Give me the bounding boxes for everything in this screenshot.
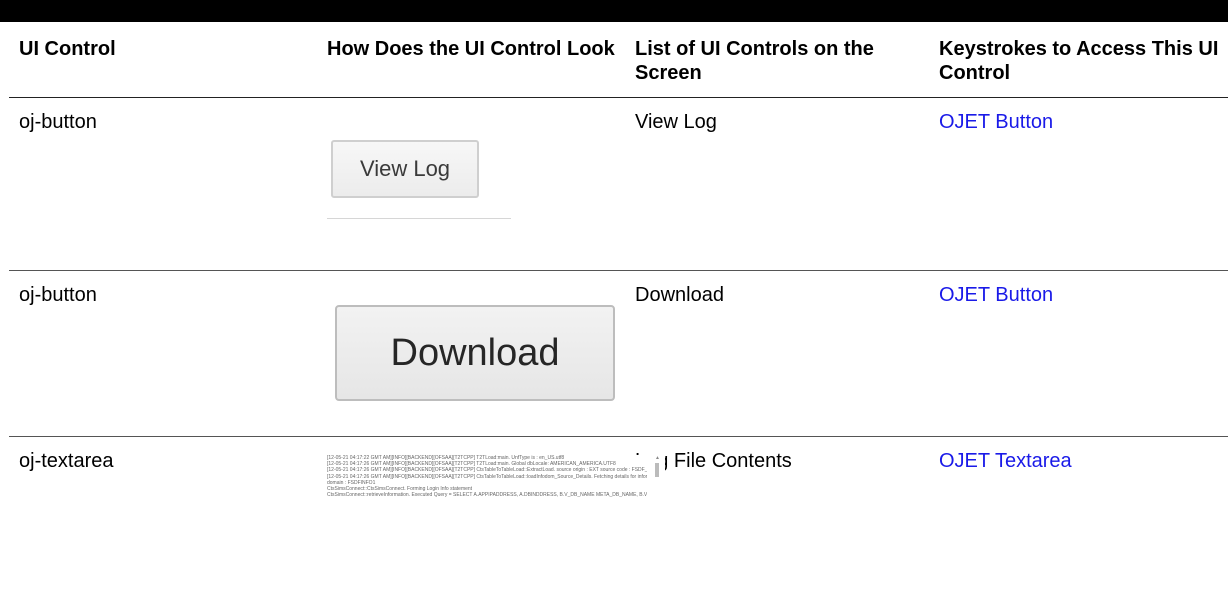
cell-list-label: Download	[625, 271, 929, 437]
cell-look: Download	[317, 271, 625, 437]
ojet-button-link[interactable]: OJET Button	[939, 111, 1053, 133]
table-row: oj-button Download Download OJET Button	[9, 271, 1228, 437]
view-log-button-image: View Log	[331, 140, 479, 198]
header-ui-control: UI Control	[9, 22, 317, 98]
table-top-rule	[0, 0, 1228, 22]
header-controls-list: List of UI Controls on the Screen	[625, 22, 929, 98]
ui-controls-table: UI Control How Does the UI Control Look …	[9, 22, 1228, 609]
scroll-up-icon: ▲	[655, 456, 659, 460]
table-row: oj-textarea [12-05-21 04:17:22 GMT AM][I…	[9, 437, 1228, 609]
cell-keystrokes: OJET Textarea	[929, 437, 1228, 609]
table-row: oj-button View Log View Log OJET Button	[9, 98, 1228, 271]
cell-control: oj-button	[9, 271, 317, 437]
cell-list-label: Log File Contents	[625, 437, 929, 609]
cell-list-label: View Log	[625, 98, 929, 271]
cell-keystrokes: OJET Button	[929, 98, 1228, 271]
cell-keystrokes: OJET Button	[929, 271, 1228, 437]
header-keystrokes: Keystrokes to Access This UI Control	[929, 22, 1228, 98]
log-line: [12-05-21 04:17:26 GMT AM][INFO][BACKEND…	[327, 467, 647, 473]
header-control-look: How Does the UI Control Look	[317, 22, 625, 98]
cell-control: oj-textarea	[9, 437, 317, 609]
cell-control: oj-button	[9, 98, 317, 271]
log-textarea-image: [12-05-21 04:17:22 GMT AM][INFO][BACKEND…	[327, 455, 665, 499]
log-line: [12-05-21 04:17:26 GMT AM][INFO][BACKEND…	[327, 474, 647, 480]
cell-look: [12-05-21 04:17:22 GMT AM][INFO][BACKEND…	[317, 437, 625, 609]
scrollbar-thumb	[655, 463, 659, 477]
download-button-image: Download	[335, 305, 615, 401]
table-header-row: UI Control How Does the UI Control Look …	[9, 22, 1228, 98]
log-line: CtsSimsConnect::retrieveInformation. Exe…	[327, 492, 647, 498]
image-divider	[327, 218, 511, 219]
cell-look: View Log	[317, 98, 625, 271]
ojet-textarea-link[interactable]: OJET Textarea	[939, 450, 1072, 472]
ojet-button-link[interactable]: OJET Button	[939, 284, 1053, 306]
